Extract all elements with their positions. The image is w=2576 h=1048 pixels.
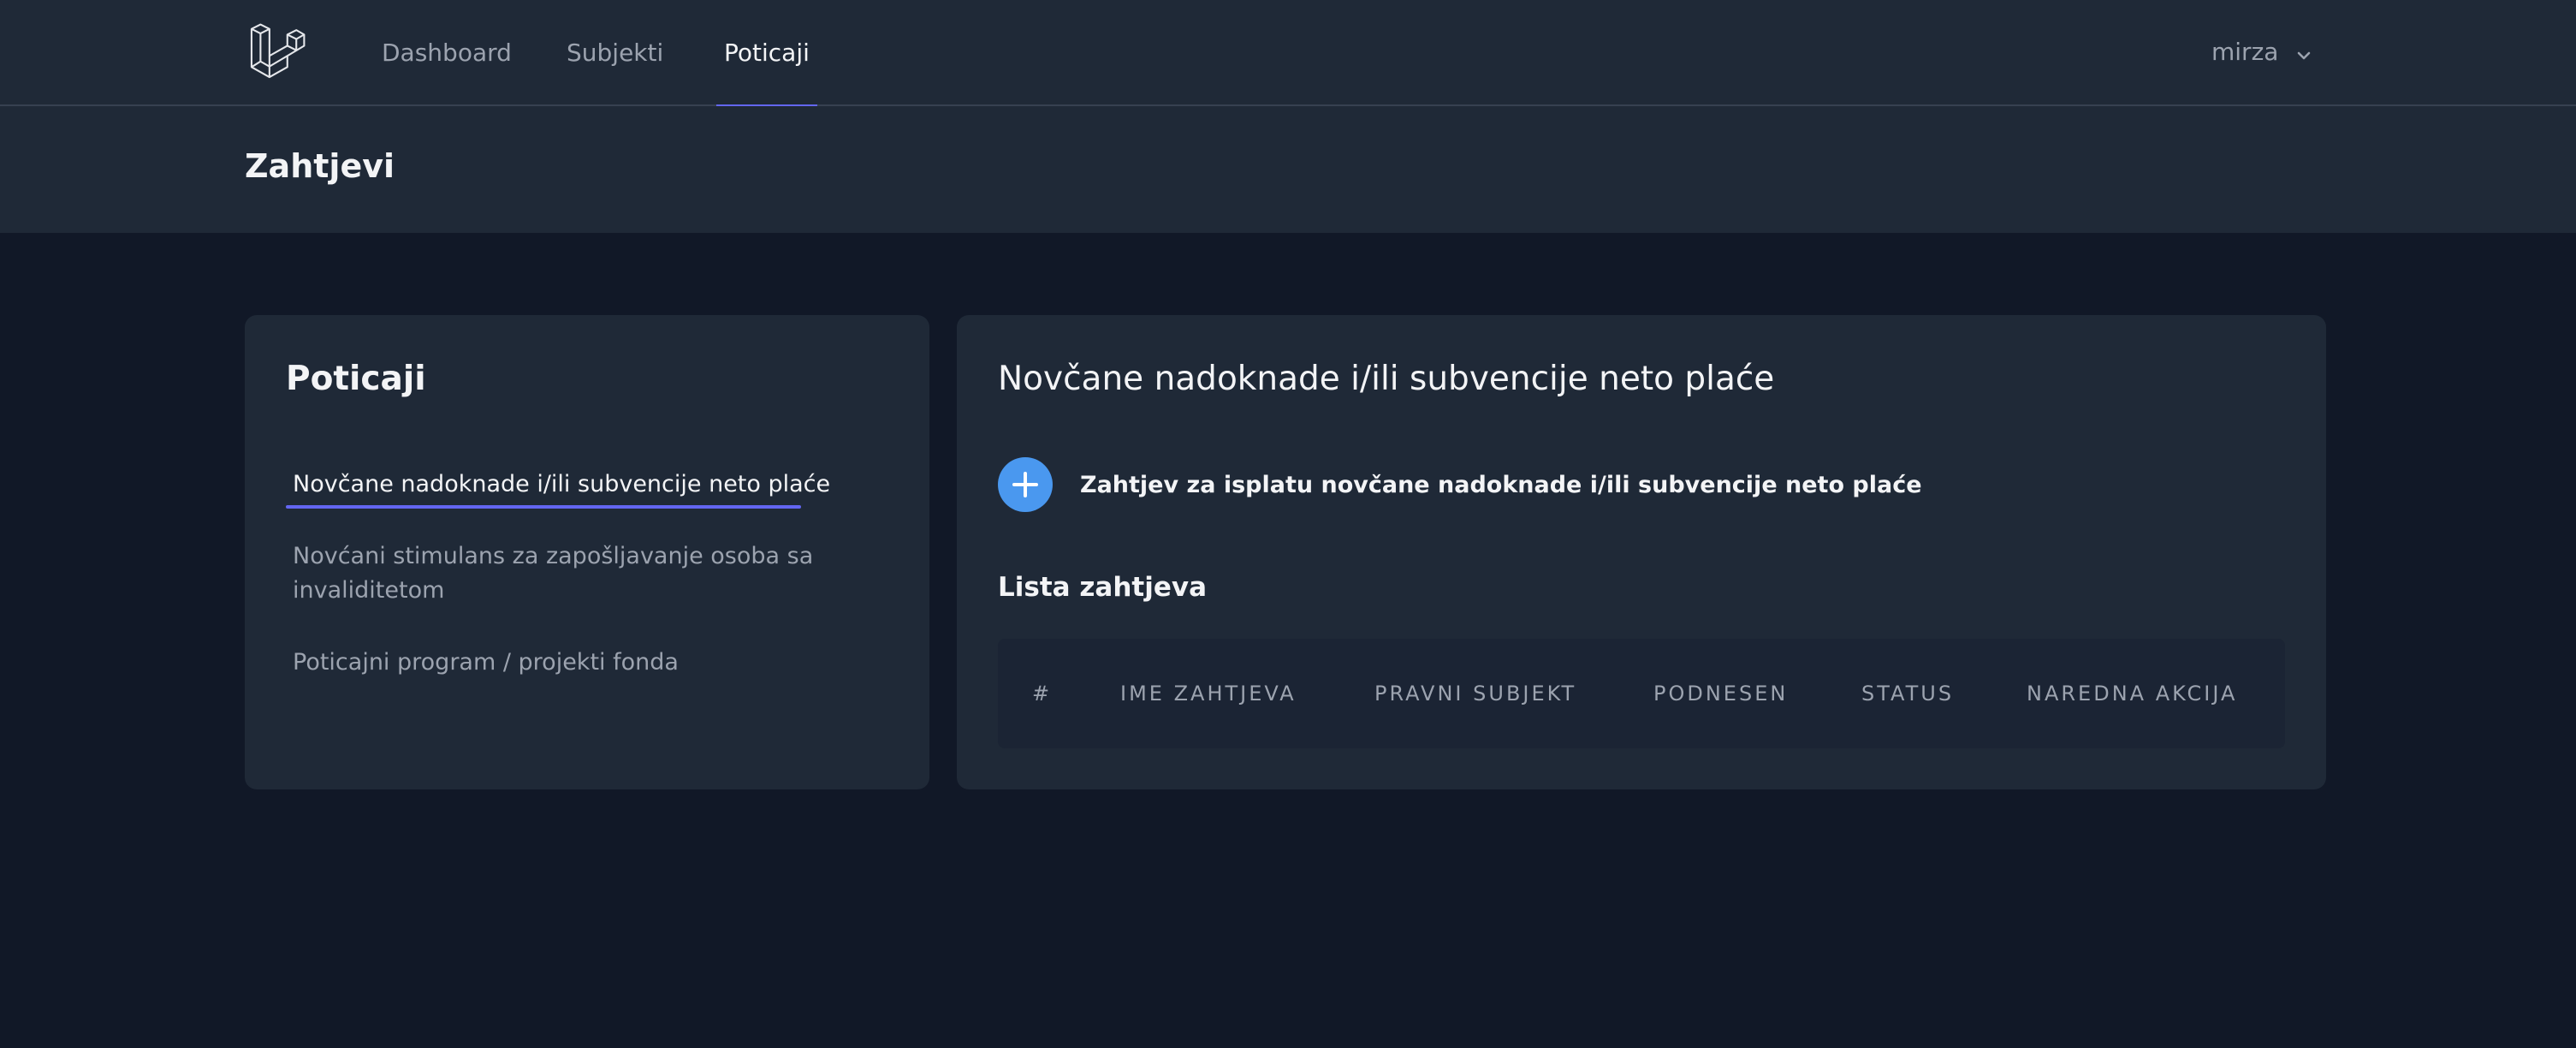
chevron-down-icon bbox=[2296, 1, 2312, 105]
column-header-submitted: PODNESEN bbox=[1653, 682, 1789, 706]
column-header-next-action: NAREDNA AKCIJA bbox=[2027, 682, 2238, 706]
section-title: Novčane nadoknade i/ili subvencije neto … bbox=[998, 360, 1775, 398]
sidebar-item-novcane-nadoknade[interactable]: Novčane nadoknade i/ili subvencije neto … bbox=[286, 467, 840, 509]
laravel-logo-icon[interactable] bbox=[248, 22, 306, 80]
incentives-sidebar-card: Poticaji Novčane nadoknade i/ili subvenc… bbox=[245, 315, 929, 789]
nav-link-subjekti[interactable]: Subjekti bbox=[567, 0, 663, 106]
new-request-button[interactable]: Zahtjev za isplatu novčane nadoknade i/i… bbox=[998, 457, 1922, 512]
requests-list-title: Lista zahtjeva bbox=[998, 572, 1207, 603]
sidebar-item-novcani-stimulans[interactable]: Novćani stimulans za zapošljavanje osoba… bbox=[293, 539, 840, 608]
plus-icon[interactable] bbox=[998, 457, 1053, 512]
user-name: mirza bbox=[2211, 38, 2279, 66]
top-navigation: Dashboard Subjekti Poticaji mirza bbox=[0, 0, 2576, 108]
column-header-legal-subject: PRAVNI SUBJEKT bbox=[1374, 682, 1577, 706]
requests-table: # IME ZAHTJEVA PRAVNI SUBJEKT PODNESEN S… bbox=[998, 639, 2285, 748]
column-header-name: IME ZAHTJEVA bbox=[1120, 682, 1297, 706]
column-header-number: # bbox=[1032, 682, 1053, 706]
incentives-list: Novčane nadoknade i/ili subvencije neto … bbox=[286, 467, 840, 718]
sidebar-title: Poticaji bbox=[286, 360, 426, 398]
requests-card: Novčane nadoknade i/ili subvencije neto … bbox=[957, 315, 2326, 789]
user-menu-button[interactable]: mirza bbox=[2211, 0, 2312, 106]
nav-link-dashboard[interactable]: Dashboard bbox=[382, 0, 512, 106]
page-header: Zahtjevi bbox=[0, 106, 2576, 233]
sidebar-item-poticajni-program[interactable]: Poticajni program / projekti fonda bbox=[293, 646, 840, 680]
page-title: Zahtjevi bbox=[245, 147, 395, 185]
nav-link-poticaji[interactable]: Poticaji bbox=[716, 0, 817, 108]
column-header-status: STATUS bbox=[1861, 682, 1955, 706]
new-request-label[interactable]: Zahtjev za isplatu novčane nadoknade i/i… bbox=[1080, 472, 1922, 498]
